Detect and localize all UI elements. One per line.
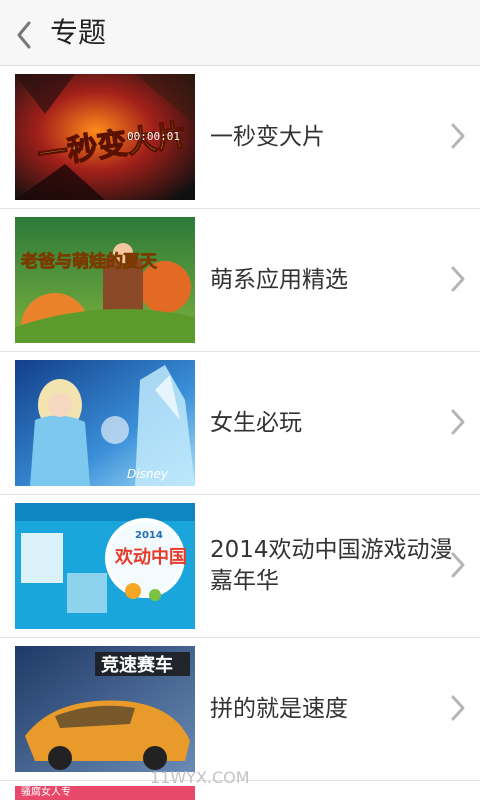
partial-item-caption: 骚腐女人专	[21, 787, 71, 798]
list-item[interactable]: 老爸与萌娃的夏天 萌系应用精选	[0, 209, 480, 352]
back-button[interactable]	[10, 14, 38, 52]
topic-thumbnail: 竞速赛车	[15, 646, 195, 772]
topic-title: 一秒变大片	[210, 123, 325, 150]
chevron-right-icon	[451, 552, 465, 578]
page-title: 专题	[50, 16, 107, 49]
partial-list-item[interactable]: 骚腐女人专	[15, 786, 195, 800]
list-item[interactable]: 欢动中国 2014 2014欢动中国游戏动漫嘉年华	[0, 495, 480, 638]
topic-title: 萌系应用精选	[210, 266, 348, 293]
watermark: 11WYX.COM	[150, 768, 250, 787]
chevron-left-icon	[17, 21, 31, 49]
thumb-caption: 老爸与萌娃的夏天	[20, 251, 158, 272]
topic-thumbnail: 老爸与萌娃的夏天	[15, 217, 195, 343]
topic-title: 拼的就是速度	[210, 695, 348, 722]
app-header: 专题	[0, 0, 480, 66]
thumb-subcaption: 2014	[135, 530, 163, 541]
thumb-subcaption: 00:00:01	[127, 130, 180, 143]
chevron-right-icon	[451, 695, 465, 721]
topic-thumbnail: Disney	[15, 360, 195, 486]
thumb-caption: 竞速赛车	[101, 654, 173, 676]
list-item[interactable]: 竞速赛车 拼的就是速度	[0, 638, 480, 781]
list-item[interactable]: Disney 女生必玩	[0, 352, 480, 495]
thumb-caption: 欢动中国	[114, 546, 187, 568]
chevron-right-icon	[451, 409, 465, 435]
topic-thumbnail: 欢动中国 2014	[15, 503, 195, 629]
topic-title: 2014欢动中国游戏动漫嘉年华	[210, 537, 453, 594]
chevron-right-icon	[451, 266, 465, 292]
thumb-caption: Disney	[127, 467, 169, 481]
topic-thumbnail: 一秒变大片 00:00:01	[15, 74, 195, 200]
topic-list: 一秒变大片 00:00:01 一秒变大片 老爸与萌娃的夏天 萌系应用精选 Dis…	[0, 66, 480, 781]
chevron-right-icon	[451, 123, 465, 149]
topic-title: 女生必玩	[210, 409, 302, 436]
list-item[interactable]: 一秒变大片 00:00:01 一秒变大片	[0, 66, 480, 209]
